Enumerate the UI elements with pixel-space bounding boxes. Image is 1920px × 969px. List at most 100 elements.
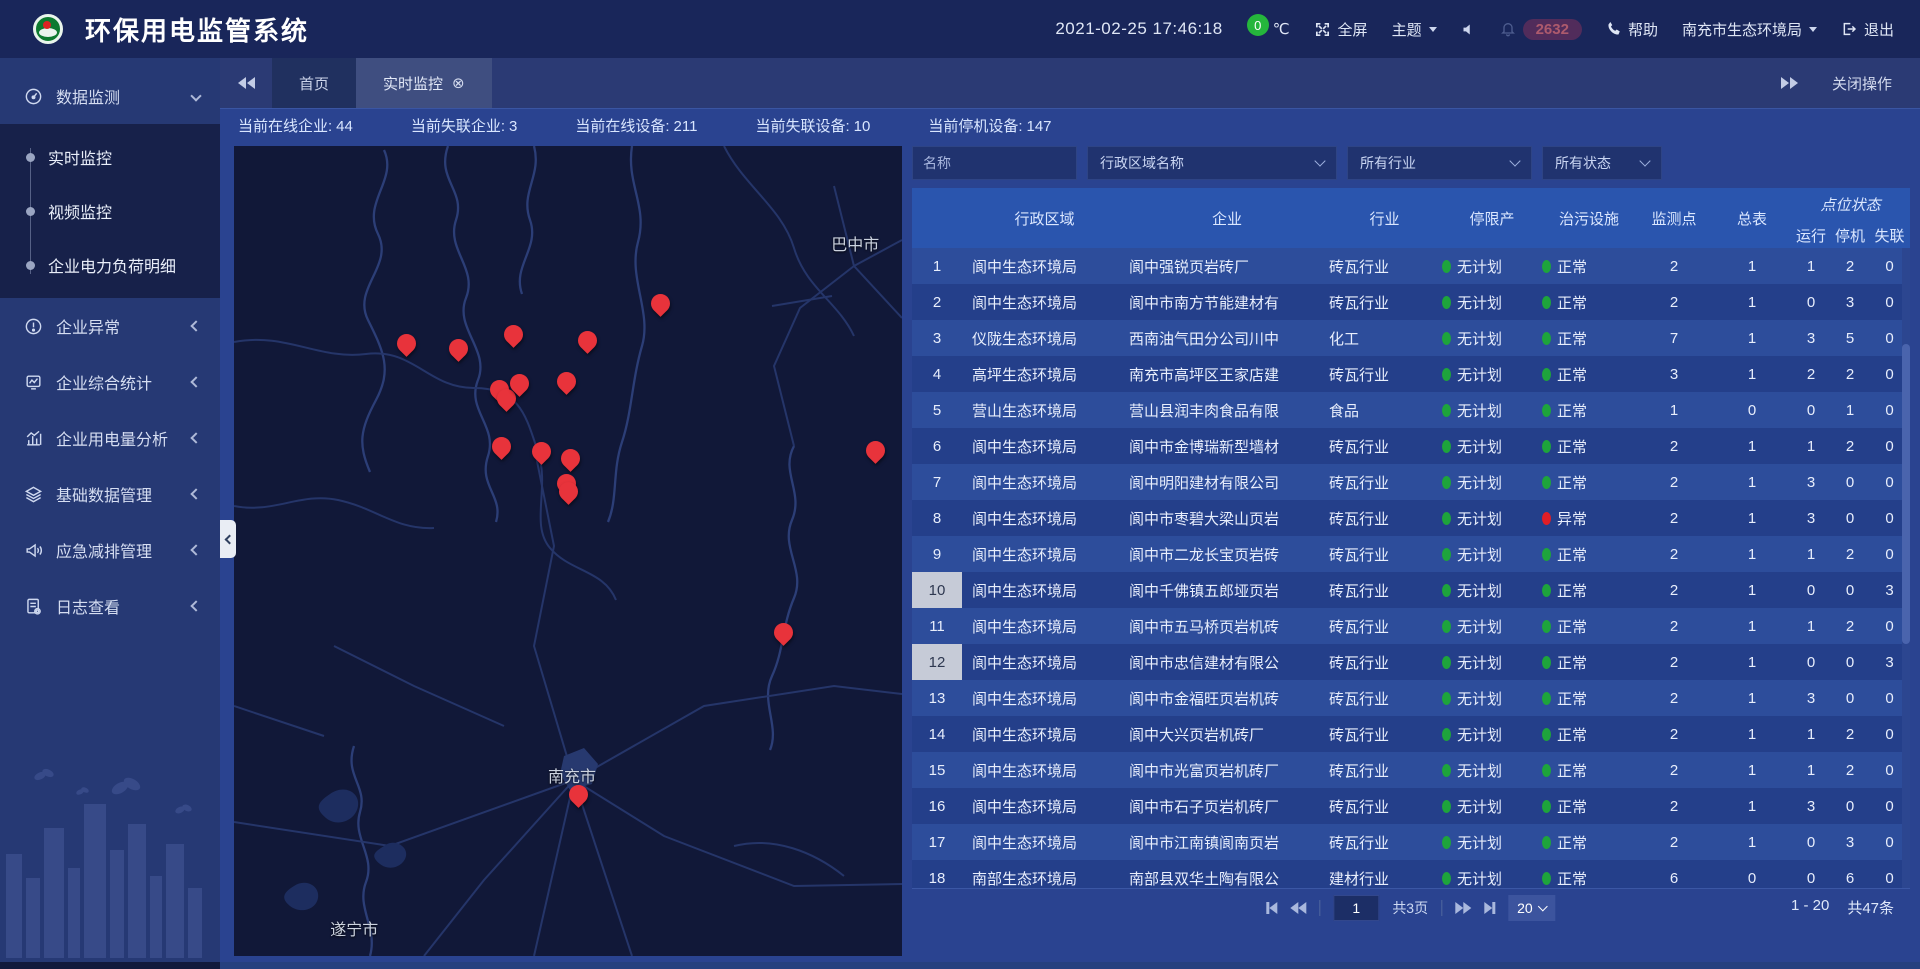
- tabs-scroll-right-button[interactable]: [1781, 77, 1798, 89]
- production-status: 无计划: [1442, 824, 1542, 860]
- sidebar-item-data-monitoring[interactable]: 数据监测: [0, 68, 220, 124]
- col-stop: 停机: [1830, 225, 1870, 246]
- sidebar-collapse-handle[interactable]: [220, 520, 236, 558]
- sidebar-item-base-data-management[interactable]: 基础数据管理: [0, 466, 220, 522]
- status-dot-icon: [1442, 548, 1451, 561]
- facility-status: 正常: [1542, 860, 1636, 888]
- prev-page-button[interactable]: [1290, 902, 1306, 914]
- theme-dropdown[interactable]: 主题: [1392, 19, 1437, 40]
- table-row[interactable]: 14 阆中生态环境局 阆中大兴页岩机砖厂 砖瓦行业 无计划 正常 2 1 1 2…: [912, 716, 1910, 752]
- table-row[interactable]: 17 阆中生态环境局 阆中市江南镇阆南页岩 砖瓦行业 无计划 正常 2 1 0 …: [912, 824, 1910, 860]
- chart-icon: [24, 429, 43, 448]
- production-status: 无计划: [1442, 392, 1542, 428]
- sidebar-item-power-load-detail[interactable]: 企业电力负荷明细: [0, 238, 220, 292]
- temperature: 0 ℃: [1247, 20, 1290, 38]
- sidebar-item-realtime-monitoring[interactable]: 实时监控: [0, 130, 220, 184]
- notifications[interactable]: 2632: [1500, 19, 1582, 40]
- tab-close-icon[interactable]: ⊗: [452, 74, 465, 92]
- alert-icon: [24, 317, 43, 336]
- status-dot-icon: [1542, 440, 1551, 453]
- layers-icon: [24, 485, 43, 504]
- table-row[interactable]: 13 阆中生态环境局 阆中市金福旺页岩机砖 砖瓦行业 无计划 正常 2 1 3 …: [912, 680, 1910, 716]
- facility-status: 正常: [1542, 824, 1636, 860]
- status-dot-icon: [1442, 512, 1451, 525]
- production-status: 无计划: [1442, 788, 1542, 824]
- close-operations-button[interactable]: 关闭操作: [1832, 73, 1892, 94]
- table-row[interactable]: 15 阆中生态环境局 阆中市光富页岩机砖厂 砖瓦行业 无计划 正常 2 1 1 …: [912, 752, 1910, 788]
- next-page-button[interactable]: [1455, 902, 1471, 914]
- table-row[interactable]: 18 南部生态环境局 南部县双华土陶有限公 建材行业 无计划 正常 6 0 0 …: [912, 860, 1910, 888]
- help-button[interactable]: 帮助: [1606, 19, 1658, 40]
- log-icon: [24, 597, 43, 616]
- table-row[interactable]: 1 阆中生态环境局 阆中强锐页岩砖厂 砖瓦行业 无计划 正常 2 1 1 2 0: [912, 248, 1910, 284]
- divider: [1319, 900, 1320, 916]
- table-row[interactable]: 6 阆中生态环境局 阆中市金博瑞新型墙材 砖瓦行业 无计划 正常 2 1 1 2…: [912, 428, 1910, 464]
- table-row[interactable]: 8 阆中生态环境局 阆中市枣碧大梁山页岩 砖瓦行业 无计划 异常 2 1 3 0…: [912, 500, 1910, 536]
- map-city-label: 遂宁市: [330, 916, 378, 940]
- table-row[interactable]: 5 营山生态环境局 营山县润丰肉食品有限 食品 无计划 正常 1 0 0 1 0: [912, 392, 1910, 428]
- chevron-left-icon: [190, 600, 201, 611]
- status-dot-icon: [1442, 764, 1451, 777]
- total-pages-label: 共3页: [1392, 898, 1428, 918]
- scrollbar-thumb[interactable]: [1902, 344, 1910, 644]
- table-row[interactable]: 12 阆中生态环境局 阆中市忠信建材有限公 砖瓦行业 无计划 正常 2 1 0 …: [912, 644, 1910, 680]
- last-page-button[interactable]: [1484, 902, 1495, 914]
- mute-button[interactable]: [1461, 22, 1476, 37]
- production-status: 无计划: [1442, 644, 1542, 680]
- sidebar: 数据监测 实时监控 视频监控 企业电力负荷明细 企业异常 企业综合统计 企业用电…: [0, 58, 220, 962]
- tab-home[interactable]: 首页: [272, 58, 356, 108]
- production-status: 无计划: [1442, 572, 1542, 608]
- fullscreen-button[interactable]: 全屏: [1314, 19, 1368, 40]
- table-row[interactable]: 11 阆中生态环境局 阆中市五马桥页岩机砖 砖瓦行业 无计划 正常 2 1 1 …: [912, 608, 1910, 644]
- phone-icon: [1606, 22, 1621, 37]
- chevron-left-icon: [190, 488, 201, 499]
- table-row[interactable]: 10 阆中生态环境局 阆中千佛镇五郎垭页岩 砖瓦行业 无计划 正常 2 1 0 …: [912, 572, 1910, 608]
- sidebar-item-power-usage-analysis[interactable]: 企业用电量分析: [0, 410, 220, 466]
- map[interactable]: 巴中市 南充市 遂宁市: [234, 146, 902, 956]
- main-content: 首页 实时监控 ⊗ 关闭操作 当前在线企业:44 当前失联企业:3 当前在线设备…: [220, 58, 1920, 962]
- status-dot-icon: [1542, 872, 1551, 885]
- stat-item: 当前在线企业:44: [238, 115, 353, 136]
- status-dot-icon: [1542, 800, 1551, 813]
- user-dropdown[interactable]: 南充市生态环境局: [1682, 19, 1817, 40]
- divider: [1441, 900, 1442, 916]
- sidebar-item-enterprise-anomaly[interactable]: 企业异常: [0, 298, 220, 354]
- table-row[interactable]: 7 阆中生态环境局 阆中明阳建材有限公司 砖瓦行业 无计划 正常 2 1 3 0…: [912, 464, 1910, 500]
- tab-realtime-monitoring[interactable]: 实时监控 ⊗: [356, 58, 492, 108]
- col-run: 运行: [1792, 225, 1830, 246]
- first-page-button[interactable]: [1266, 902, 1277, 914]
- facility-status: 正常: [1542, 392, 1636, 428]
- industry-select[interactable]: 所有行业: [1347, 146, 1532, 180]
- facility-status: 正常: [1542, 536, 1636, 572]
- production-status: 无计划: [1442, 608, 1542, 644]
- col-production: 停限产: [1442, 188, 1542, 248]
- table-row[interactable]: 9 阆中生态环境局 阆中市二龙长宝页岩砖 砖瓦行业 无计划 正常 2 1 1 2…: [912, 536, 1910, 572]
- sidebar-item-enterprise-statistics[interactable]: 企业综合统计: [0, 354, 220, 410]
- page-number-input[interactable]: [1333, 895, 1379, 921]
- logout-button[interactable]: 退出: [1841, 19, 1894, 40]
- sidebar-item-video-monitoring[interactable]: 视频监控: [0, 184, 220, 238]
- page-size-select[interactable]: 20: [1508, 895, 1556, 921]
- production-status: 无计划: [1442, 680, 1542, 716]
- production-status: 无计划: [1442, 320, 1542, 356]
- tabs-scroll-left-button[interactable]: [220, 58, 272, 108]
- facility-status: 正常: [1542, 644, 1636, 680]
- record-range-label: 1 - 20: [1791, 897, 1829, 918]
- table-row[interactable]: 4 高坪生态环境局 南充市高坪区王家店建 砖瓦行业 无计划 正常 3 1 2 2…: [912, 356, 1910, 392]
- status-select[interactable]: 所有状态: [1542, 146, 1662, 180]
- production-status: 无计划: [1442, 284, 1542, 320]
- facility-status: 正常: [1542, 680, 1636, 716]
- table-row[interactable]: 16 阆中生态环境局 阆中市石子页岩机砖厂 砖瓦行业 无计划 正常 2 1 3 …: [912, 788, 1910, 824]
- table-row[interactable]: 2 阆中生态环境局 阆中市南方节能建材有 砖瓦行业 无计划 正常 2 1 0 3…: [912, 284, 1910, 320]
- table-body: 1 阆中生态环境局 阆中强锐页岩砖厂 砖瓦行业 无计划 正常 2 1 1 2 0: [912, 248, 1910, 888]
- name-search-input[interactable]: [912, 146, 1077, 180]
- sidebar-item-emergency-reduction[interactable]: 应急减排管理: [0, 522, 220, 578]
- table-row[interactable]: 3 仪陇生态环境局 西南油气田分公司川中 化工 无计划 正常 7 1 3 5 0: [912, 320, 1910, 356]
- temperature-unit: ℃: [1273, 20, 1290, 38]
- sidebar-item-log-viewer[interactable]: 日志查看: [0, 578, 220, 634]
- gauge-icon: [24, 87, 43, 106]
- region-select[interactable]: 行政区域名称: [1087, 146, 1337, 180]
- table-scrollbar[interactable]: [1902, 248, 1910, 888]
- chevron-left-icon: [225, 534, 235, 544]
- chevron-down-icon: [1509, 155, 1520, 166]
